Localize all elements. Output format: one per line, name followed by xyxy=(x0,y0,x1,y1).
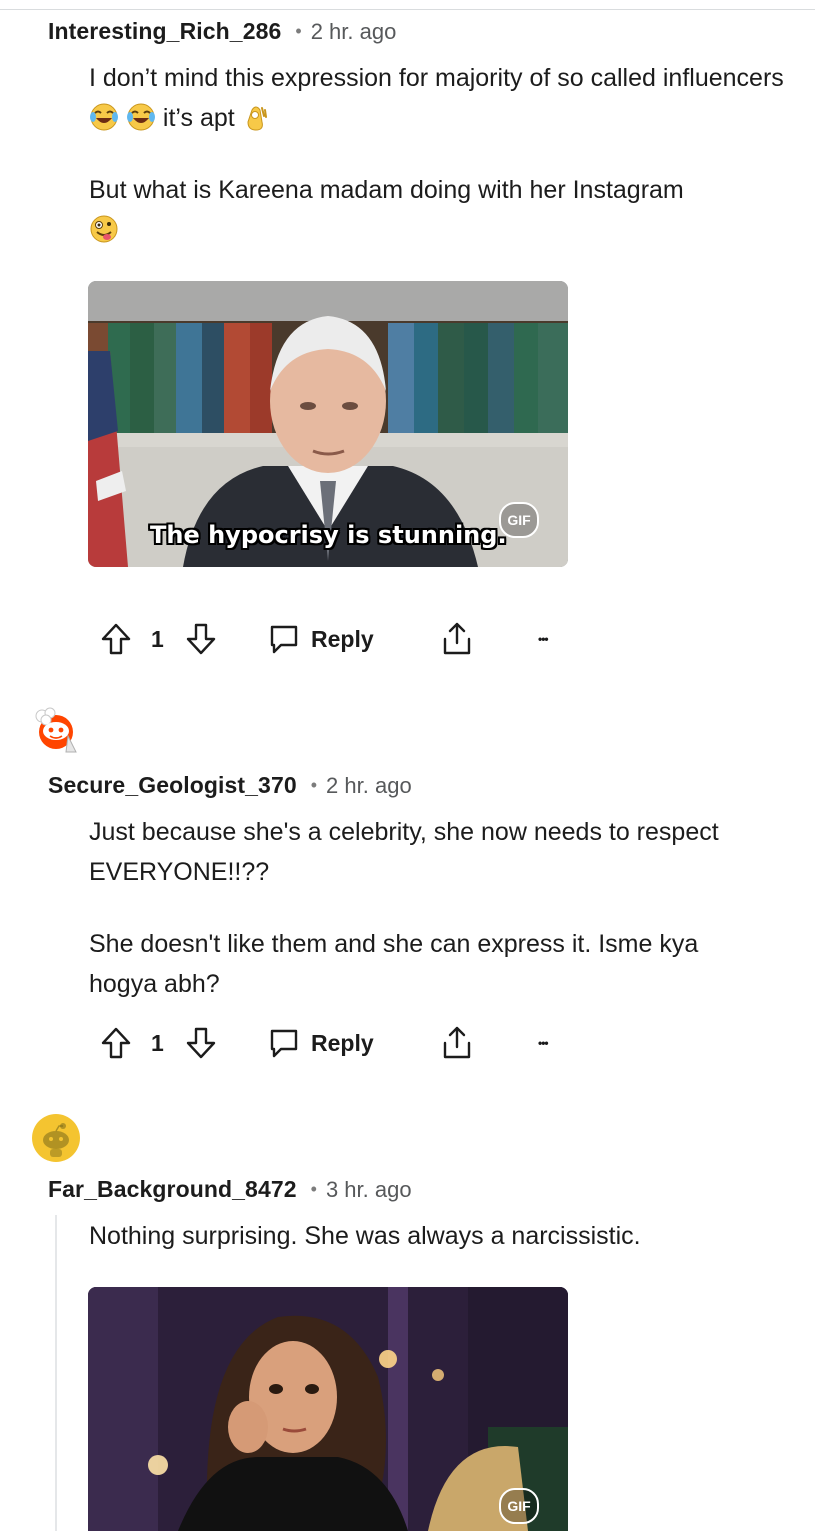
ellipsis-icon: ••• xyxy=(538,632,549,646)
comment-body: Just because she's a celebrity, she now … xyxy=(89,812,749,1004)
tears-of-joy-emoji-icon xyxy=(126,103,155,131)
avatar[interactable] xyxy=(32,1114,80,1162)
downvote-button[interactable] xyxy=(185,619,217,659)
username[interactable]: Far_Background_8472 xyxy=(48,1176,297,1203)
comment-meta: Interesting_Rich_286 • 2 hr. ago xyxy=(48,18,396,45)
meta-separator: • xyxy=(310,775,318,795)
comment-paragraph: I don’t mind this expression for majorit… xyxy=(89,58,789,138)
username[interactable]: Interesting_Rich_286 xyxy=(48,18,281,45)
comment-body: Nothing surprising. She was always a nar… xyxy=(89,1216,789,1256)
upvote-icon xyxy=(101,1027,131,1059)
downvote-button[interactable] xyxy=(185,1023,217,1063)
share-button[interactable] xyxy=(440,619,474,659)
meta-separator: • xyxy=(310,1179,317,1199)
downvote-icon xyxy=(186,1027,216,1059)
timestamp[interactable]: 2 hr. ago xyxy=(326,773,412,799)
comment-text: But what is Kareena madam doing with her… xyxy=(89,176,684,204)
comment-meta: Far_Background_8472 • 3 hr. ago xyxy=(48,1176,412,1203)
more-options-button[interactable]: ••• xyxy=(538,619,549,659)
reply-bubble-icon xyxy=(270,625,298,654)
comment-paragraph: Nothing surprising. She was always a nar… xyxy=(89,1222,641,1250)
ok-hand-emoji-icon xyxy=(247,106,267,131)
reply-label: Reply xyxy=(311,625,374,652)
reply-button[interactable]: Reply xyxy=(268,619,374,659)
timestamp[interactable]: 3 hr. ago xyxy=(326,1177,412,1203)
username[interactable]: Secure_Geologist_370 xyxy=(48,772,297,799)
gif-media[interactable]: GIF xyxy=(88,1287,568,1531)
timestamp[interactable]: 2 hr. ago xyxy=(311,19,397,45)
vote-count: 1 xyxy=(151,625,164,652)
share-icon xyxy=(443,622,471,655)
share-button[interactable] xyxy=(440,1023,474,1063)
tears-of-joy-emoji-icon xyxy=(90,103,118,131)
comment-body: I don’t mind this expression for majorit… xyxy=(89,58,789,250)
gif-badge: GIF xyxy=(499,502,539,538)
meta-separator: • xyxy=(295,21,302,41)
upvote-icon xyxy=(101,623,131,655)
reply-label: Reply xyxy=(311,1029,374,1056)
vote-count: 1 xyxy=(151,1029,164,1056)
more-options-button[interactable]: ••• xyxy=(538,1023,549,1063)
comment-actions: 1 Reply ••• xyxy=(100,1023,580,1063)
reply-button[interactable]: Reply xyxy=(268,1023,374,1063)
gif-caption: The hypocrisy is stunning. xyxy=(150,521,507,549)
comment-meta: Secure_Geologist_370 • 2 hr. ago xyxy=(48,772,412,799)
reply-bubble-icon xyxy=(270,1029,298,1058)
comment-paragraph: Just because she's a celebrity, she now … xyxy=(89,818,719,886)
comment-text: it’s apt xyxy=(162,104,235,132)
comment-paragraph: But what is Kareena madam doing with her… xyxy=(89,170,789,250)
zany-face-emoji-icon xyxy=(90,215,118,243)
thread-line[interactable] xyxy=(55,1215,57,1531)
gif-scene-image xyxy=(88,1287,568,1531)
gif-badge: GIF xyxy=(499,1488,539,1524)
top-divider xyxy=(0,9,815,10)
ellipsis-icon: ••• xyxy=(538,1036,549,1050)
share-icon xyxy=(443,1026,471,1059)
comment-actions: 1 Reply ••• xyxy=(100,619,580,659)
comment-paragraph: She doesn't like them and she can expres… xyxy=(89,930,699,998)
upvote-button[interactable] xyxy=(100,1023,132,1063)
gif-media[interactable]: The hypocrisy is stunning. GIF xyxy=(88,281,568,567)
avatar[interactable] xyxy=(32,706,80,754)
comment-text: I don’t mind this expression for majorit… xyxy=(89,64,784,92)
upvote-button[interactable] xyxy=(100,619,132,659)
downvote-icon xyxy=(186,623,216,655)
